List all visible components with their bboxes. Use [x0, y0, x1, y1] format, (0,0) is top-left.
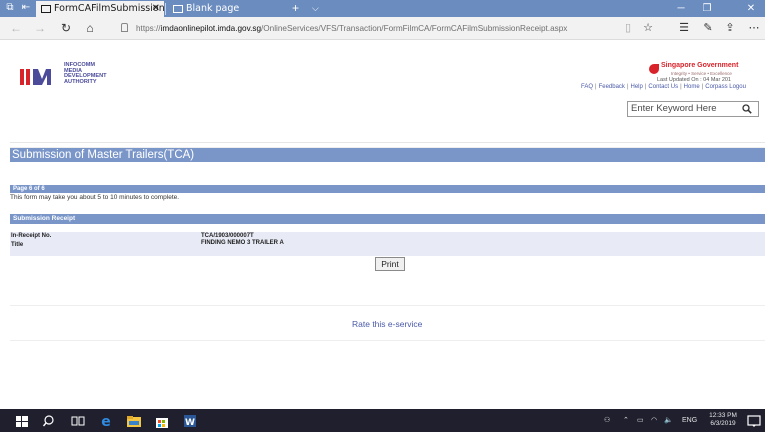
clock-time: 12:33 PM [709, 412, 737, 419]
print-button[interactable]: Print [375, 257, 405, 271]
link-contact-us[interactable]: Contact Us [648, 84, 678, 90]
reading-view-icon[interactable]: ▯ [620, 20, 636, 36]
notifications-icon[interactable] [746, 413, 762, 429]
tab-blank-page[interactable]: Blank page [168, 1, 278, 17]
imda-logo[interactable]: INFOCOMM MEDIA DEVELOPMENT AUTHORITY [20, 62, 130, 85]
imda-logo-mark [20, 69, 51, 85]
back-icon[interactable]: ← [8, 20, 24, 36]
web-page: INFOCOMM MEDIA DEVELOPMENT AUTHORITY Sin… [0, 41, 765, 409]
tab-preview-icon[interactable]: ⧉ [4, 2, 16, 14]
svg-text:W: W [185, 418, 195, 428]
web-note-icon[interactable]: ✎ [700, 20, 716, 36]
sg-gov-name: Singapore Government [661, 62, 739, 69]
chevron-down-icon[interactable]: ⌵ [312, 0, 319, 17]
forward-icon[interactable]: → [32, 20, 48, 36]
field-label: Title [11, 242, 24, 248]
lion-head-icon [649, 64, 659, 74]
edge-browser-icon[interactable]: e [98, 413, 114, 429]
word-icon[interactable]: W [182, 413, 198, 429]
chevron-up-icon[interactable]: ⌃ [623, 409, 629, 432]
page-title: Submission of Master Trailers(TCA) [12, 149, 195, 161]
lock-icon [121, 23, 128, 32]
address-bar[interactable]: https://imdaonlinepilot.imda.gov.sg/Onli… [118, 21, 608, 36]
link-feedback[interactable]: Feedback [599, 84, 625, 90]
page-indicator-bar: Page 6 of 6 [10, 185, 765, 193]
close-tab-icon[interactable]: ✕ [152, 1, 160, 17]
favorite-star-icon[interactable]: ☆ [640, 20, 656, 36]
windows-taskbar: e W ⚇ ⌃ ▭ ◠ 🔈 ENG 12:33 PM 6/3/2019 [0, 409, 765, 432]
windows-start-icon[interactable] [14, 413, 30, 429]
link-faq[interactable]: FAQ [581, 84, 593, 90]
volume-icon[interactable]: 🔈 [664, 409, 673, 432]
browser-tab-strip: ⧉ ⇤ FormCAFilmSubmission ✕ Blank page + … [0, 0, 765, 17]
share-icon[interactable]: ⇪ [722, 20, 738, 36]
task-view-icon[interactable] [70, 413, 86, 429]
field-label: In-Receipt No. [11, 233, 52, 239]
form-title-bar: Submission of Master Trailers(TCA) [10, 148, 765, 162]
section-title: Submission Receipt [13, 215, 76, 222]
completion-time-note: This form may take you about 5 to 10 min… [10, 194, 180, 201]
restore-icon[interactable]: ❐ [696, 0, 718, 17]
imda-logo-text: INFOCOMM MEDIA DEVELOPMENT AUTHORITY [64, 62, 107, 85]
people-icon[interactable]: ⚇ [604, 409, 610, 432]
address-toolbar: ← → ↻ ⌂ https://imdaonlinepilot.imda.gov… [0, 17, 765, 40]
clock-date: 6/3/2019 [710, 420, 736, 427]
wifi-icon[interactable]: ◠ [651, 409, 657, 432]
divider [10, 340, 765, 341]
url-path: /OnlineServices/VFS/Transaction/FormFilm… [261, 24, 568, 33]
section-header: Submission Receipt [10, 214, 765, 224]
url-host: imdaonlinepilot.imda.gov.sg [160, 24, 262, 33]
receipt-row: Title FINDING NEMO 3 TRAILER A [10, 240, 765, 249]
page-icon [41, 5, 51, 13]
search-icon[interactable] [42, 413, 58, 429]
link-corpass-logout[interactable]: Corpass Logou [705, 84, 746, 90]
favorites-hub-icon[interactable]: ☰ [676, 20, 692, 36]
divider [10, 305, 765, 306]
field-value: TCA/1903/000007T [201, 233, 254, 239]
language-indicator[interactable]: ENG [682, 409, 697, 432]
rate-eservice-link[interactable]: Rate this e-service [352, 319, 422, 329]
site-search [627, 101, 759, 117]
link-home[interactable]: Home [684, 84, 700, 90]
utility-links: FAQ | Feedback | Help | Contact Us | Home | Corpas… [581, 84, 746, 90]
search-icon[interactable] [742, 104, 752, 114]
tab-label: FormCAFilmSubmission [54, 3, 165, 14]
svg-text:e: e [101, 414, 111, 429]
sg-gov-tagline: Integrity • Service • Excellence [671, 71, 732, 76]
more-options-icon[interactable]: ⋯ [746, 20, 762, 36]
tab-form-submission[interactable]: FormCAFilmSubmission ✕ [36, 1, 165, 17]
store-icon[interactable] [154, 413, 170, 429]
tab-divider [165, 3, 166, 15]
file-explorer-icon[interactable] [126, 413, 142, 429]
search-input[interactable] [631, 102, 731, 116]
tab-label: Blank page [186, 3, 240, 14]
divider [10, 142, 765, 143]
refresh-icon[interactable]: ↻ [58, 20, 74, 36]
page-icon [173, 5, 183, 13]
receipt-details: In-Receipt No. TCA/1903/000007T Title FI… [10, 232, 765, 256]
new-tab-button[interactable]: + [292, 0, 299, 16]
home-icon[interactable]: ⌂ [82, 20, 98, 36]
field-value: FINDING NEMO 3 TRAILER A [201, 240, 284, 246]
minimize-icon[interactable]: ─ [670, 0, 692, 17]
link-help[interactable]: Help [631, 84, 643, 90]
last-updated: Last Updated On : 04 Mar 201 [657, 77, 731, 83]
battery-icon[interactable]: ▭ [637, 409, 644, 432]
close-window-icon[interactable]: ✕ [740, 0, 762, 17]
page-indicator: Page 6 of 6 [13, 186, 45, 192]
url-scheme: https:// [136, 24, 161, 33]
set-tabs-aside-icon[interactable]: ⇤ [20, 2, 32, 14]
taskbar-clock[interactable]: 12:33 PM 6/3/2019 [706, 412, 740, 428]
